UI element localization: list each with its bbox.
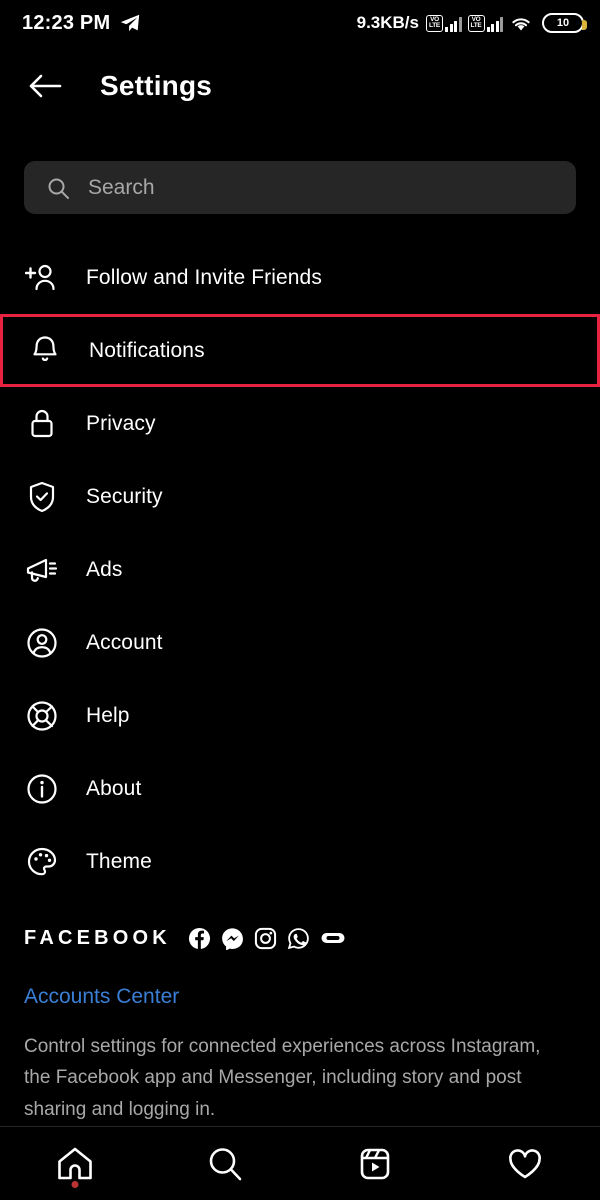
info-circle-icon (24, 771, 60, 807)
person-add-icon (24, 260, 60, 296)
status-bar-left: 12:23 PM (22, 12, 141, 35)
accounts-center-link[interactable]: Accounts Center (24, 985, 576, 1009)
volte-bottom: LTE (429, 22, 440, 29)
menu-item-ads[interactable]: Ads (0, 533, 600, 606)
menu-item-theme[interactable]: Theme (0, 825, 600, 898)
menu-item-account[interactable]: Account (0, 606, 600, 679)
battery-indicator: 10 (542, 13, 587, 33)
sim1-signal: VO LTE (426, 14, 462, 32)
menu-item-label: Follow and Invite Friends (86, 265, 322, 289)
volte-badge-2: VO LTE (467, 14, 485, 32)
whatsapp-icon (287, 927, 310, 950)
page-title: Settings (100, 70, 213, 101)
facebook-section: FACEBOOK Accounts Center Control setting… (24, 915, 576, 1125)
menu-item-label: Account (86, 630, 163, 654)
search-bar[interactable]: Search (24, 161, 576, 214)
facebook-section-description: Control settings for connected experienc… (24, 1036, 541, 1120)
menu-item-privacy[interactable]: Privacy (0, 387, 600, 460)
menu-item-label: Ads (86, 557, 123, 581)
network-speed: 9.3KB/s (356, 13, 419, 32)
facebook-wordmark: FACEBOOK (24, 926, 171, 949)
nav-activity-button[interactable] (450, 1127, 600, 1200)
menu-item-label: About (86, 776, 142, 800)
search-box[interactable]: Search (24, 161, 576, 214)
volte-badge-1: VO LTE (426, 14, 443, 32)
menu-item-label: Theme (86, 849, 152, 873)
lifebuoy-icon (24, 698, 60, 734)
home-icon (55, 1145, 95, 1183)
facebook-brand-row: FACEBOOK (24, 915, 576, 961)
status-bar: 12:23 PM 9.3KB/s VO LTE VO LTE 10 (0, 0, 600, 46)
menu-item-label: Notifications (89, 338, 205, 362)
nav-search-button[interactable] (150, 1127, 300, 1200)
nav-home-button[interactable] (0, 1127, 150, 1200)
menu-item-follow-and-invite-friends[interactable]: Follow and Invite Friends (0, 241, 600, 314)
reels-icon (355, 1145, 395, 1183)
back-arrow-icon (28, 72, 62, 100)
home-badge-dot (71, 1181, 79, 1188)
menu-item-security[interactable]: Security (0, 460, 600, 533)
account-circle-icon (24, 625, 60, 661)
search-icon (205, 1145, 245, 1183)
settings-menu: Follow and Invite Friends Notifications … (0, 241, 600, 898)
facebook-icon (188, 927, 211, 950)
lock-icon (24, 406, 60, 442)
bottom-navigation (0, 1127, 600, 1200)
instagram-icon (254, 927, 277, 950)
facebook-app-icons (188, 927, 346, 950)
search-icon (46, 176, 70, 200)
menu-item-notifications[interactable]: Notifications (0, 314, 600, 387)
app-header: Settings (0, 46, 600, 126)
status-bar-right: 9.3KB/s VO LTE VO LTE 10 (356, 13, 587, 33)
shield-check-icon (24, 479, 60, 515)
messenger-icon (221, 927, 244, 950)
volte-bottom: LTE (470, 22, 482, 29)
heart-icon (505, 1145, 545, 1183)
battery-level: 10 (556, 17, 570, 29)
menu-item-about[interactable]: About (0, 752, 600, 825)
menu-item-label: Security (86, 484, 163, 508)
signal-bars-2 (486, 16, 503, 32)
palette-icon (24, 844, 60, 880)
megaphone-icon (24, 552, 60, 588)
back-button[interactable] (24, 65, 66, 107)
menu-item-label: Help (86, 703, 130, 727)
wifi-icon (509, 13, 533, 33)
status-time: 12:23 PM (22, 11, 111, 34)
sim2-signal: VO LTE (467, 14, 503, 32)
menu-item-label: Privacy (86, 411, 156, 435)
oculus-icon (320, 929, 346, 947)
signal-bars-1 (445, 16, 462, 32)
search-input[interactable]: Search (88, 176, 155, 200)
nav-reels-button[interactable] (300, 1127, 450, 1200)
menu-item-help[interactable]: Help (0, 679, 600, 752)
bell-icon (27, 333, 63, 369)
telegram-send-icon (119, 12, 141, 34)
